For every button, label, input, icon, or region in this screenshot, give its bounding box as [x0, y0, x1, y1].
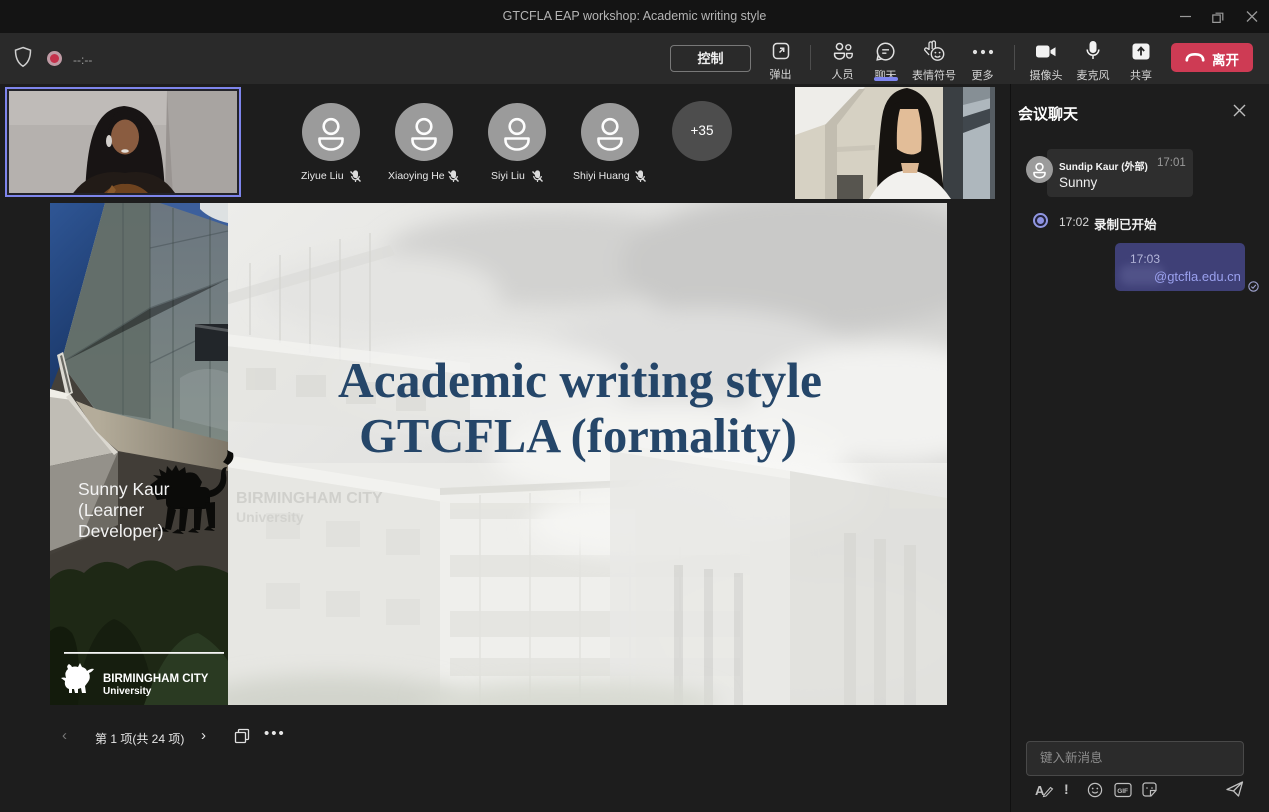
svg-text:Developer): Developer)	[78, 521, 164, 541]
svg-text:Sunny Kaur: Sunny Kaur	[78, 479, 170, 499]
svg-text:BIRMINGHAM CITY: BIRMINGHAM CITY	[236, 490, 383, 507]
svg-text:GIF: GIF	[1117, 788, 1128, 795]
svg-text:(Learner: (Learner	[78, 500, 144, 520]
svg-text:Academic writing style: Academic writing style	[338, 353, 822, 408]
svg-text:University: University	[103, 686, 152, 697]
svg-text:BIRMINGHAM CITY: BIRMINGHAM CITY	[103, 673, 209, 685]
svg-text:GTCFLA (formality): GTCFLA (formality)	[359, 410, 797, 463]
svg-text:University: University	[236, 509, 304, 525]
